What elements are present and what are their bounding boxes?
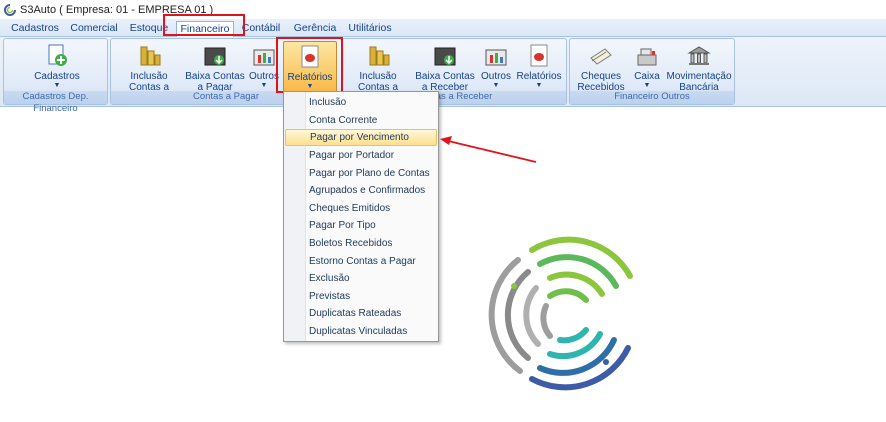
tab-cadastros[interactable]: Cadastros [10, 21, 60, 37]
annotation-box-financeiro [163, 14, 245, 36]
menu-item-duplicatas-vinculadas[interactable]: Duplicatas Vinculadas [285, 323, 437, 340]
chevron-down-icon: ▼ [492, 82, 500, 89]
cheques-icon [590, 48, 612, 65]
cash-register-icon [637, 48, 657, 66]
annotation-box-relatorios [276, 37, 343, 93]
title-bar: S3Auto ( Empresa: 01 - EMPRESA 01 ) [0, 0, 886, 19]
baixa-contas-a-pagar-button[interactable]: Baixa Contas a Pagar [183, 43, 247, 93]
bank-icon [687, 46, 711, 65]
caixa-button[interactable]: Caixa ▼ [630, 43, 664, 89]
menu-item-boletos-recebidos[interactable]: Boletos Recebidos [285, 235, 437, 252]
relatorios-dropdown-menu: Inclusão Conta Corrente Pagar por Vencim… [283, 91, 439, 342]
ribbon: Cadastros ▼ Cadastros Dep. Financeiro In… [0, 37, 886, 114]
menu-item-exclusao[interactable]: Exclusão [285, 270, 437, 287]
coins-icon [140, 46, 161, 66]
cheques-label: Cheques Recebidos [577, 71, 625, 93]
tab-gerencia[interactable]: Gerência [292, 21, 338, 37]
chevron-down-icon: ▼ [53, 82, 61, 89]
group-label: Financeiro Outros [570, 91, 734, 104]
menu-item-previstas[interactable]: Previstas [285, 288, 437, 305]
tab-utilitarios[interactable]: Utilitários [344, 21, 396, 37]
outros-receber-button[interactable]: Outros ▼ [478, 43, 514, 89]
tab-comercial[interactable]: Comercial [68, 21, 120, 37]
relatorios-label: Relatórios [516, 71, 562, 82]
group-label: Cadastros Dep. Financeiro [4, 91, 107, 114]
menu-item-estorno-contas-a-pagar[interactable]: Estorno Contas a Pagar [285, 253, 437, 270]
folder-chart-icon [253, 49, 275, 66]
caixa-label: Caixa [634, 71, 660, 82]
menu-item-pagar-por-tipo[interactable]: Pagar Por Tipo [285, 217, 437, 234]
baixa-label: Baixa Contas a Receber [415, 71, 475, 93]
menu-item-cheques-emitidos[interactable]: Cheques Emitidos [285, 200, 437, 217]
group-cadastros-dep-financeiro: Cadastros ▼ Cadastros Dep. Financeiro [3, 38, 108, 114]
menu-item-pagar-por-portador[interactable]: Pagar por Portador [285, 147, 437, 164]
menu-item-pagar-por-plano-de-contas[interactable]: Pagar por Plano de Contas [285, 165, 437, 182]
menu-item-inclusao[interactable]: Inclusão [285, 94, 437, 111]
menu-item-agrupados-e-confirmados[interactable]: Agrupados e Confirmados [285, 182, 437, 199]
menu-item-conta-corrente[interactable]: Conta Corrente [285, 112, 437, 129]
baixa-label: Baixa Contas a Pagar [185, 71, 245, 93]
menu-item-duplicatas-rateadas[interactable]: Duplicatas Rateadas [285, 305, 437, 322]
annotation-arrow [440, 136, 537, 163]
relatorios-receber-button[interactable]: Relatórios ▼ [516, 43, 562, 89]
add-document-icon [48, 44, 67, 66]
cadastros-label: Cadastros [34, 71, 80, 82]
company-logo [488, 236, 633, 391]
baixa-contas-a-receber-button[interactable]: Baixa Contas a Receber [414, 43, 476, 93]
folder-chart-icon [485, 49, 507, 66]
app-logo-icon [4, 3, 16, 16]
menu-item-pagar-por-vencimento[interactable]: Pagar por Vencimento [285, 129, 437, 146]
safe-download-icon [204, 47, 226, 66]
outros-label: Outros [248, 71, 279, 82]
movimentacao-label: Movimentação Bancária [666, 71, 732, 93]
chevron-down-icon: ▼ [535, 82, 543, 89]
safe-download-icon [434, 47, 456, 66]
report-icon [530, 44, 548, 67]
cadastros-button[interactable]: Cadastros ▼ [32, 43, 82, 89]
group-financeiro-outros: Cheques Recebidos ▼ Caixa ▼ Movimentação… [569, 38, 735, 105]
coins-icon [369, 46, 390, 66]
menu-bar: Cadastros Comercial Estoque Financeiro C… [0, 19, 886, 37]
chevron-down-icon: ▼ [643, 82, 651, 89]
outros-label: Outros [480, 71, 511, 82]
